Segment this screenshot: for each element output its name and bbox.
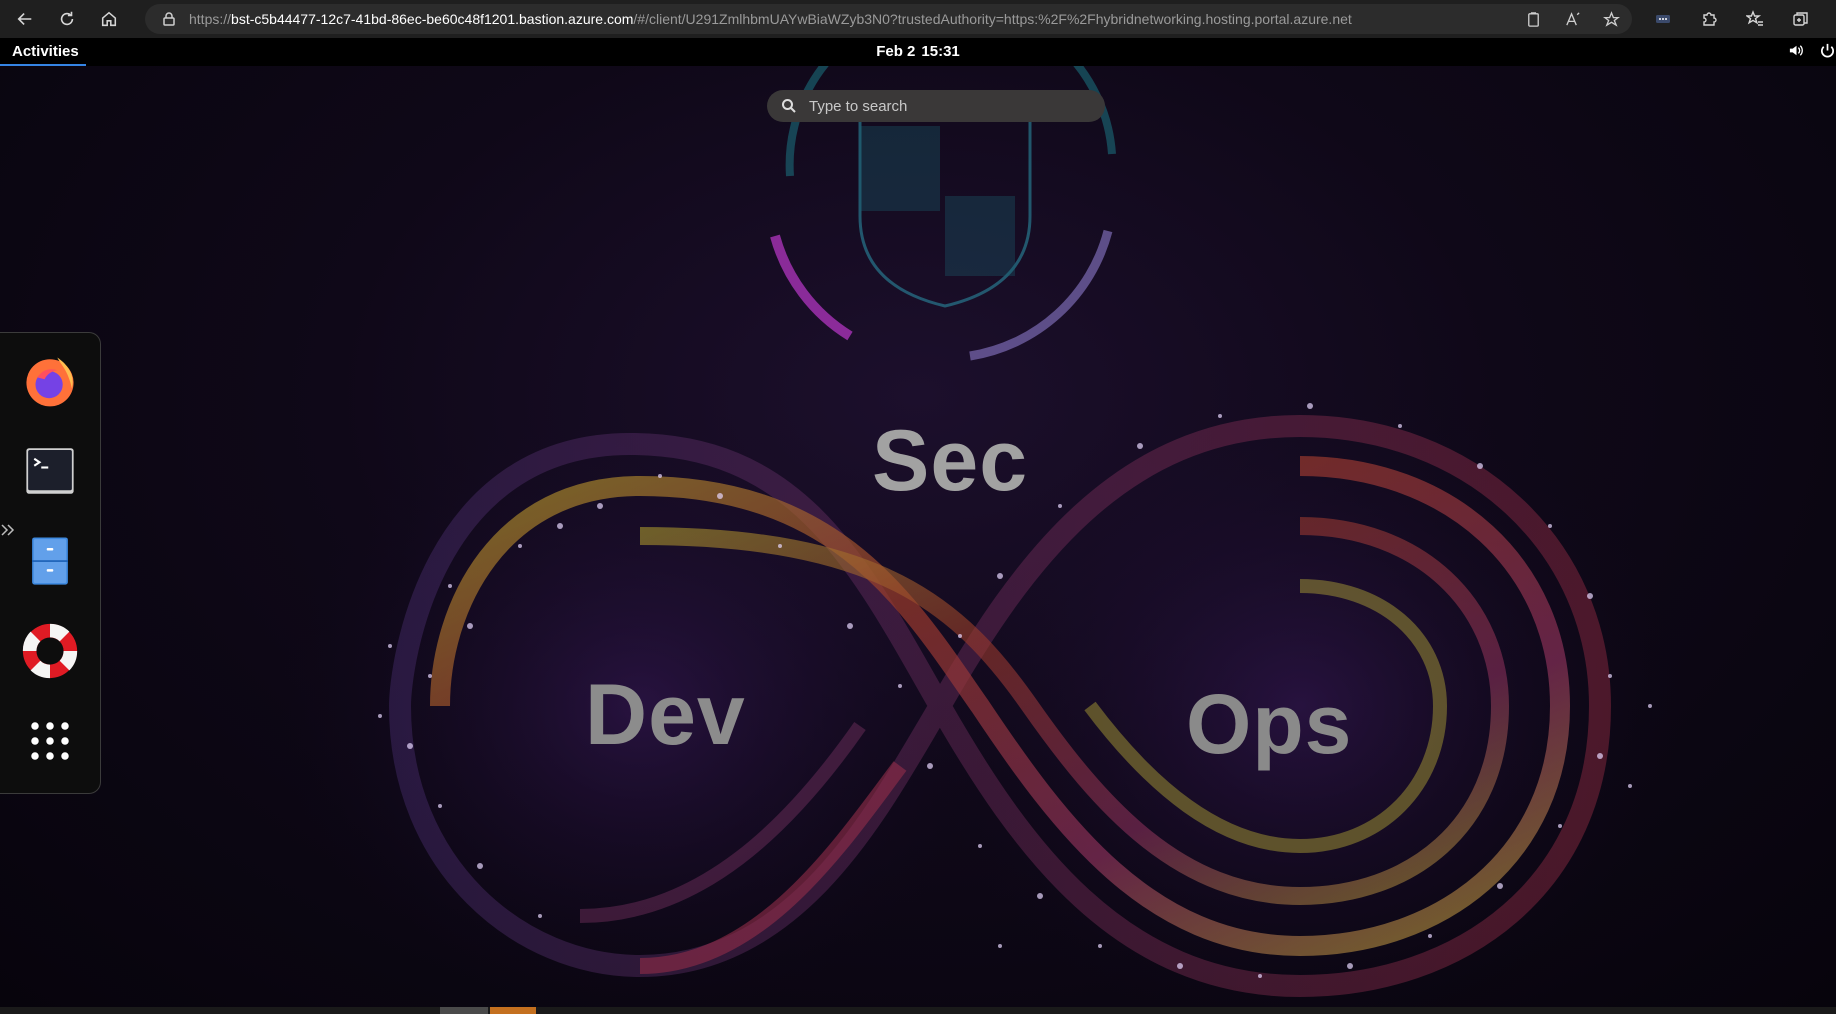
volume-icon (1789, 45, 1803, 56)
search-input[interactable]: Type to search (767, 90, 1105, 122)
refresh-button[interactable] (46, 0, 88, 38)
power-icon (1821, 43, 1834, 58)
collections-button[interactable] (1778, 0, 1824, 38)
dock-item-terminal[interactable] (18, 439, 82, 503)
url-path: /#/client/U291ZmlhbmUAYwBiaWZyb3N0?trust… (633, 11, 1352, 27)
files-icon (32, 537, 68, 585)
url-prefix: https:// (189, 11, 232, 27)
collections-icon (1793, 12, 1808, 26)
profile-button[interactable] (1824, 0, 1836, 38)
devsecops-wallpaper (280, 66, 1680, 1007)
firefox-icon (26, 357, 74, 407)
search-placeholder: Type to search (809, 97, 908, 115)
expand-arrows-icon[interactable] (0, 522, 16, 538)
clock[interactable]: Feb 2 15:31 (0, 43, 1836, 60)
wallpaper-word-ops: Ops (1186, 677, 1353, 771)
back-icon (17, 13, 32, 25)
dock-item-firefox[interactable] (18, 349, 82, 413)
search-icon (782, 99, 796, 113)
puzzle-icon (1703, 12, 1717, 26)
address-bar[interactable]: https://bst-c5b44477-12c7-41bd-86ec-be60… (145, 4, 1632, 34)
browser-toolbar-right (1640, 0, 1836, 38)
bottom-strip-segment (440, 1007, 488, 1014)
app-grid-icon (31, 722, 69, 760)
favorites-icon (1746, 10, 1763, 26)
dash-dock (0, 332, 101, 794)
home-icon (101, 11, 117, 27)
terminal-icon (26, 448, 74, 494)
read-aloud-icon[interactable] (1564, 11, 1581, 28)
refresh-icon (60, 11, 74, 26)
dock-item-help[interactable] (18, 619, 82, 683)
gnome-top-bar: Activities Feb 2 15:31 (0, 38, 1836, 66)
desktop-overview: Type to search Sec Dev Ops (0, 66, 1836, 1007)
bottom-strip-segment-active (490, 1007, 536, 1014)
extension-button[interactable] (1640, 0, 1686, 38)
help-lifebuoy-icon (22, 623, 78, 679)
system-menu[interactable] (1788, 42, 1836, 59)
lock-icon (163, 12, 175, 26)
address-bar-actions (1525, 4, 1620, 34)
url-text: https://bst-c5b44477-12c7-41bd-86ec-be60… (189, 11, 1352, 27)
wallpaper-word-sec: Sec (872, 413, 1029, 509)
more-extension-icon (1656, 15, 1670, 23)
home-button[interactable] (88, 0, 130, 38)
dock-item-files[interactable] (18, 529, 82, 593)
clock-date: Feb 2 (876, 43, 916, 60)
clock-time: 15:31 (921, 43, 960, 60)
clipboard-icon[interactable] (1525, 11, 1542, 28)
browser-toolbar: https://bst-c5b44477-12c7-41bd-86ec-be60… (0, 0, 1836, 38)
back-button[interactable] (4, 0, 46, 38)
url-host: bst-c5b44477-12c7-41bd-86ec-be60c48f1201… (231, 11, 634, 27)
favorites-button[interactable] (1732, 0, 1778, 38)
show-applications-button[interactable] (18, 709, 82, 773)
extensions-button[interactable] (1686, 0, 1732, 38)
wallpaper-word-dev: Dev (585, 667, 746, 763)
favorite-add-icon[interactable] (1603, 10, 1620, 28)
bottom-strip (0, 1007, 1836, 1014)
